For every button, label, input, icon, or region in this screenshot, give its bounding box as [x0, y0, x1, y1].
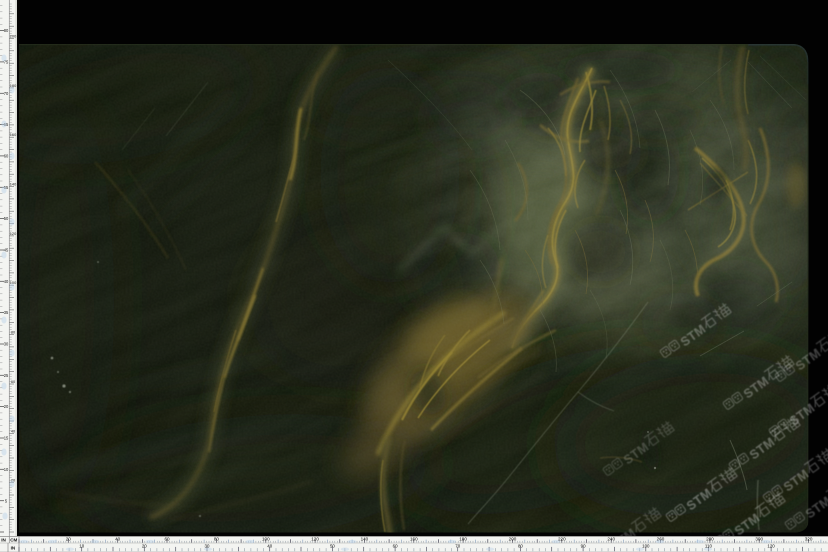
- svg-text:160: 160: [410, 536, 418, 541]
- svg-text:320: 320: [805, 536, 813, 541]
- svg-text:100: 100: [642, 543, 650, 548]
- svg-text:60: 60: [393, 543, 398, 548]
- svg-text:80: 80: [4, 28, 9, 33]
- svg-text:35: 35: [4, 310, 9, 315]
- svg-text:CM: CM: [10, 537, 17, 542]
- svg-text:40: 40: [115, 536, 121, 541]
- svg-text:40: 40: [4, 279, 9, 284]
- svg-text:70: 70: [4, 91, 9, 96]
- svg-text:80: 80: [214, 536, 220, 541]
- svg-text:90: 90: [581, 543, 586, 548]
- svg-text:300: 300: [755, 536, 763, 541]
- svg-text:10: 10: [79, 543, 84, 548]
- svg-text:10: 10: [4, 467, 9, 472]
- svg-text:20: 20: [142, 543, 147, 548]
- svg-text:60: 60: [4, 154, 9, 159]
- svg-text:60: 60: [164, 536, 170, 541]
- svg-text:80: 80: [518, 543, 523, 548]
- svg-text:200: 200: [509, 536, 517, 541]
- svg-text:IN: IN: [1, 537, 6, 542]
- svg-text:20: 20: [4, 404, 9, 409]
- svg-text:180: 180: [459, 536, 467, 541]
- svg-text:100: 100: [262, 536, 270, 541]
- svg-text:70: 70: [455, 543, 460, 548]
- svg-text:30: 30: [4, 342, 9, 347]
- svg-text:140: 140: [361, 536, 369, 541]
- svg-text:120: 120: [311, 536, 319, 541]
- svg-text:50: 50: [330, 543, 335, 548]
- svg-text:40: 40: [267, 543, 272, 548]
- svg-text:50: 50: [4, 216, 9, 221]
- svg-text:240: 240: [607, 536, 615, 541]
- svg-text:20: 20: [66, 536, 72, 541]
- svg-text:25: 25: [4, 373, 9, 378]
- svg-text:280: 280: [706, 536, 714, 541]
- svg-text:15: 15: [4, 436, 9, 441]
- svg-text:120: 120: [767, 543, 775, 548]
- svg-text:IN: IN: [11, 545, 16, 550]
